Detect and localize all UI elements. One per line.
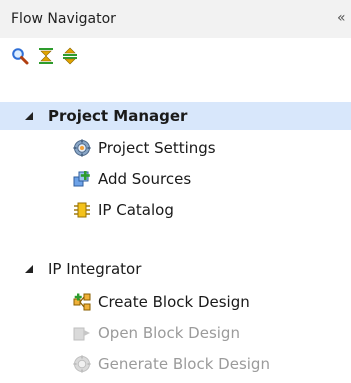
item-label-add-sources: Add Sources xyxy=(98,169,192,188)
flow-tree: Project Manager Project Settings Add Sou… xyxy=(0,72,351,383)
section-label-project-manager: Project Manager xyxy=(48,107,188,125)
block-design-icon xyxy=(73,293,91,310)
item-label-open-block-design: Open Block Design xyxy=(98,323,240,342)
item-open-block-design[interactable]: Open Block Design xyxy=(0,317,351,348)
add-sources-icon xyxy=(73,170,90,186)
item-icon-wrapper xyxy=(72,292,92,312)
item-label-generate-block-design: Generate Block Design xyxy=(98,354,270,373)
search-icon xyxy=(12,48,29,65)
item-ip-catalog[interactable]: IP Catalog xyxy=(0,194,351,225)
gear-icon xyxy=(73,139,91,156)
item-create-block-design[interactable]: Create Block Design xyxy=(0,286,351,317)
item-project-settings[interactable]: Project Settings xyxy=(0,132,351,163)
item-icon-wrapper xyxy=(72,323,92,343)
panel-title: Flow Navigator xyxy=(11,11,116,27)
navigator-toolbar xyxy=(0,38,351,73)
flow-navigator-panel: Flow Navigator « Project Manager Project… xyxy=(0,0,351,383)
panel-header: Flow Navigator « xyxy=(0,0,351,39)
item-icon-wrapper xyxy=(72,138,92,158)
expanded-triangle-icon xyxy=(25,112,33,120)
search-button[interactable] xyxy=(10,46,30,66)
expand-all-icon xyxy=(63,47,77,65)
chip-icon xyxy=(74,202,90,217)
collapse-all-icon xyxy=(39,48,53,64)
gear-icon xyxy=(73,355,91,372)
expand-toggle-ip-integrator[interactable] xyxy=(23,263,35,275)
collapse-all-button[interactable] xyxy=(36,46,56,66)
item-icon-wrapper xyxy=(72,354,92,374)
expanded-triangle-icon xyxy=(25,265,33,273)
item-add-sources[interactable]: Add Sources xyxy=(0,163,351,194)
collapse-panel-button[interactable]: « xyxy=(337,9,349,27)
item-icon-wrapper xyxy=(72,200,92,220)
item-generate-block-design[interactable]: Generate Block Design xyxy=(0,348,351,379)
item-label-ip-catalog: IP Catalog xyxy=(98,200,174,219)
item-label-create-block-design: Create Block Design xyxy=(98,292,250,311)
section-ip-integrator[interactable]: IP Integrator xyxy=(0,255,351,283)
item-label-project-settings: Project Settings xyxy=(98,138,216,157)
open-block-design-icon xyxy=(73,327,90,340)
section-project-manager[interactable]: Project Manager xyxy=(0,102,351,130)
section-label-ip-integrator: IP Integrator xyxy=(48,260,142,278)
item-icon-wrapper xyxy=(72,169,92,189)
expand-toggle-project-manager[interactable] xyxy=(23,110,35,122)
expand-all-button[interactable] xyxy=(60,46,80,66)
